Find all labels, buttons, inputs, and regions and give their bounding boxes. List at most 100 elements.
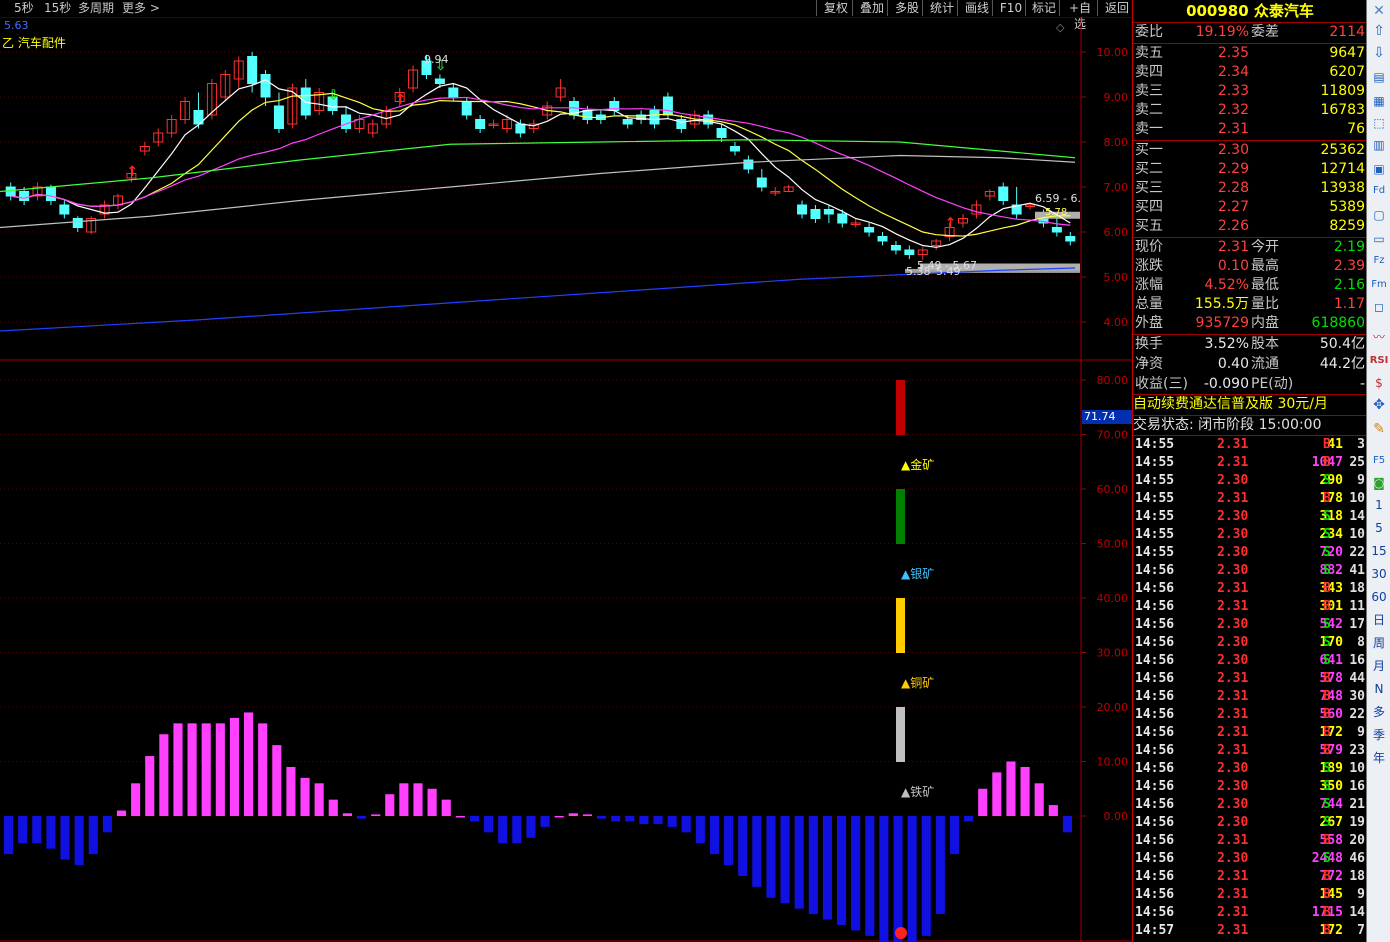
tick-row[interactable]: 14:56 2.30 882 S 41: [1133, 562, 1367, 580]
period-11-button[interactable]: 年: [1369, 749, 1389, 767]
period-8-button[interactable]: N: [1369, 680, 1389, 698]
tick-row[interactable]: 14:55 2.30 290 S 9: [1133, 472, 1367, 490]
indicator-bar: [724, 816, 734, 866]
period-4-button[interactable]: 60: [1369, 588, 1389, 606]
frame-icon[interactable]: ▭: [1369, 230, 1389, 248]
money-icon[interactable]: $: [1369, 374, 1389, 392]
line-icon[interactable]: 〰: [1369, 328, 1389, 346]
price-axis-label: 8.00: [1104, 136, 1129, 149]
tick-row[interactable]: 14:55 2.31 41 B 3: [1133, 436, 1367, 454]
indicator-bar: [469, 816, 480, 822]
overlay-button[interactable]: 叠加: [852, 0, 891, 16]
buy-order-row[interactable]: 买一 2.30 25362: [1133, 141, 1367, 160]
tick-row[interactable]: 14:56 2.30 267 S 19: [1133, 814, 1367, 832]
tick-row[interactable]: 14:56 2.31 1715 B 14: [1133, 904, 1367, 922]
tick-row[interactable]: 14:56 2.30 744 S 21: [1133, 796, 1367, 814]
tick-row[interactable]: 14:56 2.31 145 B 9: [1133, 886, 1367, 904]
period-1-button[interactable]: 5: [1369, 519, 1389, 537]
indicator-bar: [879, 816, 889, 942]
kline-chart[interactable]: ◇ ↑↑⇩⇩↑ 10.009.008.007.006.005.004.0080.…: [0, 17, 1132, 942]
tick-row[interactable]: 14:56 2.31 558 B 20: [1133, 832, 1367, 850]
buy-order-row[interactable]: 买三 2.28 13938: [1133, 179, 1367, 198]
fuquan-button[interactable]: 复权: [816, 0, 855, 16]
f10-button[interactable]: F10: [992, 0, 1029, 16]
indicator-bar: [173, 723, 183, 816]
tick-row[interactable]: 14:56 2.30 350 S 16: [1133, 778, 1367, 796]
refresh-icon[interactable]: ◙: [1369, 474, 1389, 492]
arrow-down-icon[interactable]: ⇩: [1369, 44, 1389, 62]
table-icon[interactable]: ▣: [1369, 160, 1389, 178]
tick-row[interactable]: 14:56 2.31 748 B 30: [1133, 688, 1367, 706]
tick-row[interactable]: 14:56 2.30 2448 S 46: [1133, 850, 1367, 868]
box-icon[interactable]: ◻: [1369, 298, 1389, 316]
sell-order-row[interactable]: 卖三 2.33 11809: [1133, 82, 1367, 101]
indicator-bar: [752, 816, 762, 887]
tick-row[interactable]: 14:56 2.30 542 S 17: [1133, 616, 1367, 634]
chart-area[interactable]: ◇ ↑ ↑ ⇩ ⇩ ↑ 10.00 9.00 8.00 7.00 6.00 5.00 4.00 80.…: [0, 17, 1132, 942]
buy-order-row[interactable]: 买五 2.26 8259: [1133, 217, 1367, 236]
period-9-button[interactable]: 多: [1369, 703, 1389, 721]
fd-icon[interactable]: Fd: [1369, 182, 1389, 200]
grid-icon[interactable]: ▦: [1369, 92, 1389, 110]
tick-row[interactable]: 14:55 2.31 1047 B 25: [1133, 454, 1367, 472]
tick-row[interactable]: 14:56 2.31 560 B 22: [1133, 706, 1367, 724]
tick-row[interactable]: 14:55 2.30 318 S 14: [1133, 508, 1367, 526]
tick-row[interactable]: 14:56 2.30 170 S 8: [1133, 634, 1367, 652]
price-axis-label: 6.00: [1104, 226, 1129, 239]
weicha-value: 2114: [1329, 24, 1365, 40]
multi-stock-button[interactable]: 多股: [887, 0, 926, 16]
tick-row[interactable]: 14:56 2.30 641 S 16: [1133, 652, 1367, 670]
tick-row[interactable]: 14:56 2.31 578 B 44: [1133, 670, 1367, 688]
list-icon[interactable]: ▤: [1369, 68, 1389, 86]
period-5s-button[interactable]: 5秒: [14, 0, 34, 17]
mark-button[interactable]: 标记: [1025, 0, 1062, 16]
more-button[interactable]: 更多 >: [122, 0, 160, 17]
multi-period-button[interactable]: 多周期: [78, 0, 114, 17]
close-icon[interactable]: ✕: [1369, 2, 1389, 20]
buy-order-row[interactable]: 买二 2.29 12714: [1133, 160, 1367, 179]
tick-row[interactable]: 14:56 2.30 189 S 10: [1133, 760, 1367, 778]
tick-row[interactable]: 14:56 2.31 301 B 11: [1133, 598, 1367, 616]
tick-row[interactable]: 14:55 2.31 178 B 10: [1133, 490, 1367, 508]
period-5-button[interactable]: 日: [1369, 611, 1389, 629]
sell-order-row[interactable]: 卖四 2.34 6207: [1133, 63, 1367, 82]
tick-row[interactable]: 14:56 2.31 579 B 23: [1133, 742, 1367, 760]
buy-order-row[interactable]: 买四 2.27 5389: [1133, 198, 1367, 217]
tick-row[interactable]: 14:55 2.30 720 S 22: [1133, 544, 1367, 562]
rsi-icon[interactable]: RSI: [1369, 352, 1389, 370]
period-3-button[interactable]: 30: [1369, 565, 1389, 583]
pencil-icon[interactable]: ✎: [1369, 420, 1389, 438]
sell-order-row[interactable]: 卖五 2.35 9647: [1133, 44, 1367, 63]
move-icon[interactable]: ✥: [1369, 396, 1389, 414]
indicator-bar: [596, 816, 607, 819]
sell-order-row[interactable]: 卖一 2.31 76: [1133, 120, 1367, 139]
f5-icon[interactable]: F5: [1369, 452, 1389, 470]
period-6-button[interactable]: 周: [1369, 634, 1389, 652]
chart-icon[interactable]: ⬚: [1369, 114, 1389, 132]
tick-row[interactable]: 14:56 2.31 172 B 9: [1133, 724, 1367, 742]
window-icon[interactable]: ▢: [1369, 206, 1389, 224]
period-15s-button[interactable]: 15秒: [44, 0, 71, 17]
promo-text[interactable]: 自动续费通达信普及版 30元/月: [1133, 395, 1367, 414]
add-watchlist-button[interactable]: +自选: [1059, 0, 1100, 31]
indicator-bar: [116, 810, 127, 816]
stats-button[interactable]: 统计: [922, 0, 961, 16]
tick-row[interactable]: 14:56 2.31 343 B 18: [1133, 580, 1367, 598]
arrow-up-icon[interactable]: ⇧: [1369, 22, 1389, 40]
back-button[interactable]: 返回: [1097, 0, 1136, 16]
fm-icon[interactable]: Fm: [1369, 276, 1389, 294]
tick-row[interactable]: 14:56 2.31 772 B 18: [1133, 868, 1367, 886]
period-0-button[interactable]: 1: [1369, 496, 1389, 514]
indicator-bar: [32, 816, 42, 844]
tick-row[interactable]: 14:55 2.30 234 S 10: [1133, 526, 1367, 544]
period-10-button[interactable]: 季: [1369, 726, 1389, 744]
indicator-bar: [4, 816, 14, 855]
tick-row[interactable]: 14:57 2.31 172 B 7: [1133, 922, 1367, 940]
draw-line-button[interactable]: 画线: [957, 0, 996, 16]
bar-icon[interactable]: ▥: [1369, 136, 1389, 154]
period-7-button[interactable]: 月: [1369, 657, 1389, 675]
sell-order-row[interactable]: 卖二 2.32 16783: [1133, 101, 1367, 120]
indicator-bar: [455, 816, 465, 818]
period-2-button[interactable]: 15: [1369, 542, 1389, 560]
fz-icon[interactable]: Fz: [1369, 252, 1389, 270]
